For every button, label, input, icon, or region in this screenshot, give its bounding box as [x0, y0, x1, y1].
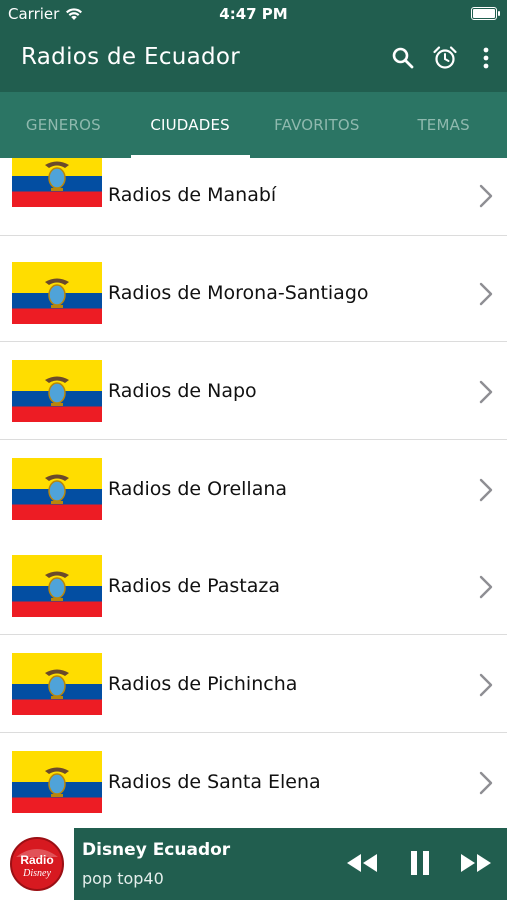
station-logo: Radio Disney — [10, 837, 64, 891]
ecuador-flag-icon — [12, 751, 102, 813]
list-item[interactable]: Radios de Pichincha — [0, 635, 507, 733]
status-time: 4:47 PM — [219, 5, 288, 23]
ecuador-flag-icon — [12, 653, 102, 715]
status-bar: Carrier 4:47 PM — [0, 0, 507, 28]
station-name: Disney Ecuador — [82, 840, 231, 860]
list-item[interactable]: Radios de Pastaza — [0, 537, 507, 635]
rewind-icon[interactable] — [344, 848, 380, 878]
list-item-label: Radios de Pichincha — [108, 673, 298, 695]
list-item-label: Radios de Santa Elena — [108, 771, 321, 793]
list-item-label: Radios de Napo — [108, 380, 257, 402]
top-bar: Carrier 4:47 PM Radios de Ecuador — [0, 0, 507, 92]
list-item[interactable]: Radios de Orellana — [0, 440, 507, 538]
list-item-label: Radios de Pastaza — [108, 575, 280, 597]
ecuador-flag-icon — [12, 262, 102, 324]
station-genre: pop top40 — [82, 869, 164, 888]
ecuador-flag-icon — [12, 158, 102, 207]
ecuador-flag-icon — [12, 458, 102, 520]
chevron-right-icon — [479, 771, 493, 795]
now-playing-bar[interactable]: Radio Disney Disney Ecuador pop top40 — [0, 828, 507, 900]
chevron-right-icon — [479, 380, 493, 404]
list-item[interactable]: Radios de Morona-Santiago — [0, 244, 507, 342]
list-item-label: Radios de Morona-Santiago — [108, 282, 369, 304]
chevron-right-icon — [479, 184, 493, 208]
chevron-right-icon — [479, 478, 493, 502]
list-item[interactable]: Radios de Manabí — [0, 158, 507, 236]
fast-forward-icon[interactable] — [458, 848, 494, 878]
chevron-right-icon — [479, 575, 493, 599]
tab-generos[interactable]: GENEROS — [0, 92, 127, 158]
more-vert-icon[interactable] — [472, 44, 500, 72]
station-logo-text-disney: Disney — [22, 868, 51, 879]
station-logo-text-radio: Radio — [20, 853, 53, 867]
list-item-label: Radios de Orellana — [108, 478, 288, 500]
battery-icon — [471, 7, 500, 20]
pause-icon[interactable] — [402, 848, 438, 878]
ecuador-flag-icon — [12, 555, 102, 617]
list-item[interactable]: Radios de Santa Elena — [0, 733, 507, 828]
tab-ciudades[interactable]: CIUDADES — [127, 92, 254, 158]
tab-favoritos[interactable]: FAVORITOS — [254, 92, 381, 158]
chevron-right-icon — [479, 673, 493, 697]
province-list: Radios de Manabí Radios de Morona-Santia… — [0, 158, 507, 828]
alarm-clock-icon[interactable] — [431, 44, 459, 72]
list-item-label: Radios de Manabí — [108, 184, 277, 206]
app-bar: Radios de Ecuador — [0, 28, 507, 92]
category-tabs: GENEROS CIUDADES FAVORITOS TEMAS — [0, 92, 507, 158]
app-title: Radios de Ecuador — [21, 44, 241, 70]
search-icon[interactable] — [389, 44, 417, 72]
player-panel[interactable]: Disney Ecuador pop top40 — [74, 828, 507, 900]
ecuador-flag-icon — [12, 360, 102, 422]
chevron-right-icon — [479, 282, 493, 306]
tab-temas[interactable]: TEMAS — [380, 92, 507, 158]
list-item[interactable]: Radios de Napo — [0, 342, 507, 440]
